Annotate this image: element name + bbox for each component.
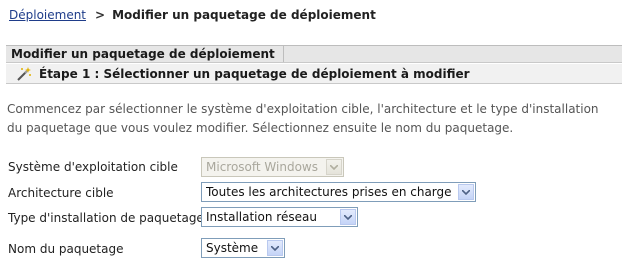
architecture-select[interactable]: Toutes les architectures prises en charg… — [201, 182, 476, 202]
os-label: Système d'exploitation cible — [8, 160, 178, 174]
package-name-select-value: Système — [206, 241, 259, 255]
step-title: Étape 1 : Sélectionner un paquetage de d… — [39, 66, 470, 81]
form-row-architecture: Architecture cible — [8, 183, 200, 203]
package-name-label: Nom du paquetage — [8, 242, 124, 256]
panel-title: Modifier un paquetage de déploiement — [11, 46, 284, 62]
install-type-select-value: Installation réseau — [206, 210, 317, 224]
breadcrumb-current: Modifier un paquetage de déploiement — [112, 8, 376, 22]
breadcrumb-separator: > — [95, 8, 106, 22]
panel-title-bar: Modifier un paquetage de déploiement — [6, 45, 622, 63]
intro-text: Commencez par sélectionner le système d'… — [7, 102, 599, 135]
chevron-down-icon — [326, 159, 342, 175]
chevron-down-icon — [340, 209, 356, 225]
install-type-label: Type d'installation de paquetage — [8, 211, 204, 225]
form-row-os: Système d'exploitation cible — [8, 157, 200, 177]
wand-icon — [16, 66, 32, 81]
os-select[interactable]: Microsoft Windows — [201, 157, 344, 177]
chevron-down-icon — [267, 240, 283, 256]
step-header: Étape 1 : Sélectionner un paquetage de d… — [6, 64, 622, 84]
form-row-install-type: Type d'installation de paquetage — [8, 208, 204, 228]
install-type-select[interactable]: Installation réseau — [201, 207, 358, 227]
os-select-value: Microsoft Windows — [206, 160, 318, 174]
architecture-select-value: Toutes les architectures prises en charg… — [206, 185, 452, 199]
breadcrumb: Déploiement > Modifier un paquetage de d… — [9, 7, 376, 23]
form-row-package-name: Nom du paquetage — [8, 239, 200, 259]
breadcrumb-link-deploiement[interactable]: Déploiement — [9, 8, 86, 22]
package-name-select[interactable]: Système — [201, 238, 285, 258]
architecture-label: Architecture cible — [8, 186, 114, 200]
chevron-down-icon — [458, 184, 474, 200]
